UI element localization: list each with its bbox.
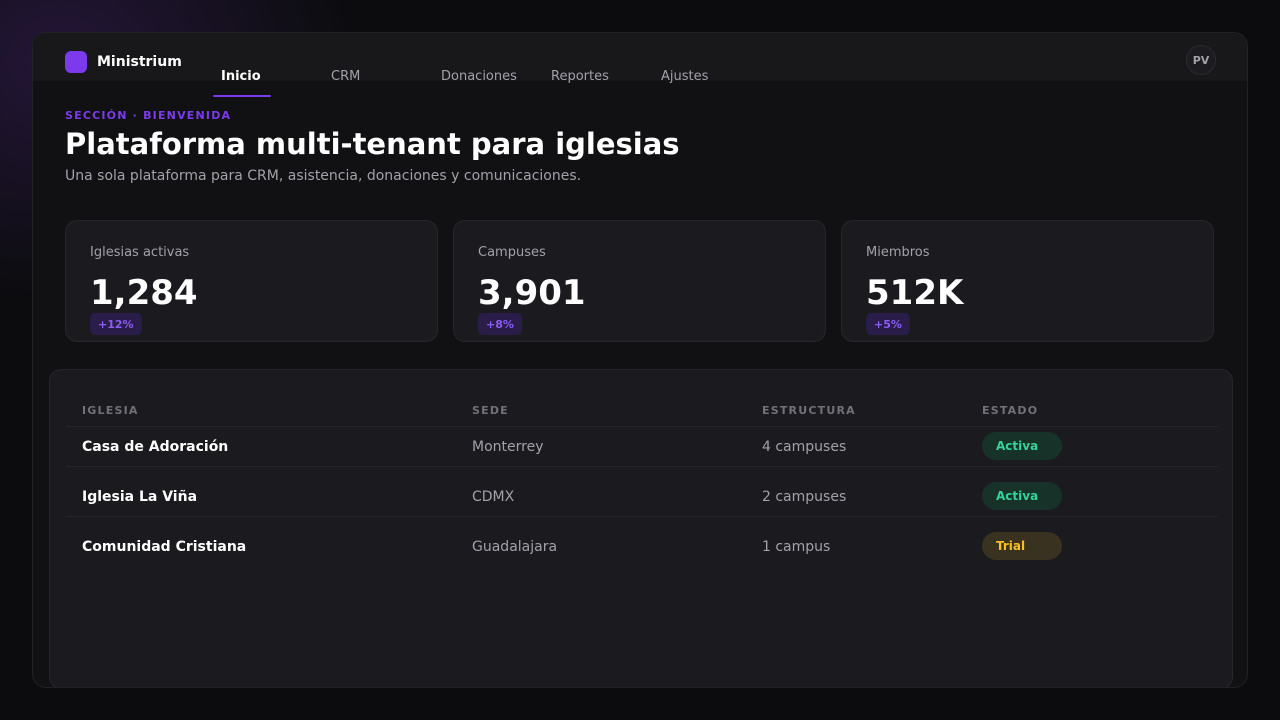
status-badge: Activa xyxy=(982,482,1062,510)
church-structure: 2 campuses xyxy=(762,489,847,505)
tab-reportes[interactable]: Reportes xyxy=(551,69,609,97)
column-header-iglesia[interactable]: IGLESIA xyxy=(82,404,139,417)
church-location: CDMX xyxy=(472,489,515,505)
column-header-sede[interactable]: SEDE xyxy=(472,404,509,417)
stat-label: Miembros xyxy=(866,245,930,260)
column-header-estado[interactable]: ESTADO xyxy=(982,404,1038,417)
stat-delta-badge: +5% xyxy=(866,313,910,335)
church-structure: 1 campus xyxy=(762,539,831,555)
tab-crm[interactable]: CRM xyxy=(331,69,360,97)
brand-logo-icon xyxy=(65,51,87,73)
stat-label: Campuses xyxy=(478,245,546,260)
stat-value: 1,284 xyxy=(90,273,198,313)
church-name: Comunidad Cristiana xyxy=(82,539,247,555)
church-location: Guadalajara xyxy=(472,539,558,555)
column-header-estructura[interactable]: ESTRUCTURA xyxy=(762,404,856,417)
tab-inicio[interactable]: Inicio xyxy=(221,69,261,97)
status-badge: Trial xyxy=(982,532,1062,560)
status-badge: Activa xyxy=(982,432,1062,460)
church-structure: 4 campuses xyxy=(762,439,847,455)
app-window: Ministrium Inicio CRM Donaciones Reporte… xyxy=(32,32,1248,688)
tab-ajustes[interactable]: Ajustes xyxy=(661,69,708,97)
church-name: Casa de Adoración xyxy=(82,439,229,455)
table-row[interactable]: Comunidad Cristiana Guadalajara 1 campus… xyxy=(66,516,1218,566)
user-avatar[interactable]: PV xyxy=(1186,45,1216,75)
stat-delta-badge: +8% xyxy=(478,313,522,335)
church-name: Iglesia La Viña xyxy=(82,489,198,505)
tab-donaciones[interactable]: Donaciones xyxy=(441,69,517,97)
stat-value: 512K xyxy=(866,273,964,313)
stat-value: 3,901 xyxy=(478,273,586,313)
church-location: Monterrey xyxy=(472,439,544,455)
section-eyebrow: SECCIÓN · BIENVENIDA xyxy=(65,109,232,122)
churches-table: IGLESIA SEDE ESTRUCTURA ESTADO Casa de A… xyxy=(49,369,1233,687)
active-tab-indicator xyxy=(213,95,271,97)
table-row[interactable]: Iglesia La Viña CDMX 2 campuses Activa xyxy=(66,466,1218,516)
stat-card-miembros: Miembros 512K +5% xyxy=(841,220,1214,342)
page-title: Plataforma multi-tenant para iglesias xyxy=(65,127,680,161)
brand-name: Ministrium xyxy=(97,54,182,70)
stat-delta-badge: +12% xyxy=(90,313,142,335)
stat-card-campuses: Campuses 3,901 +8% xyxy=(453,220,826,342)
top-bar xyxy=(33,33,1247,81)
stat-card-iglesias: Iglesias activas 1,284 +12% xyxy=(65,220,438,342)
stat-label: Iglesias activas xyxy=(90,245,190,260)
page-subtitle: Una sola plataforma para CRM, asistencia… xyxy=(65,168,582,184)
